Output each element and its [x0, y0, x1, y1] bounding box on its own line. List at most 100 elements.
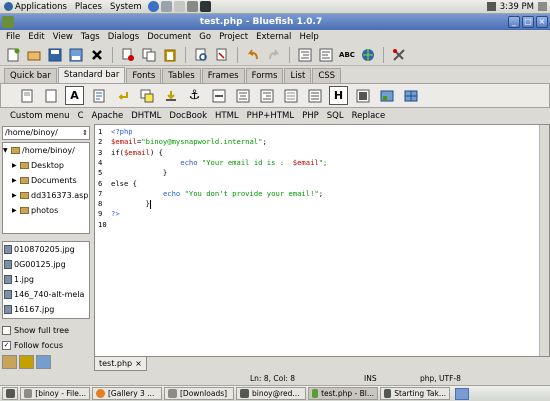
file-item[interactable]: 146_740-alt-mela — [3, 287, 89, 302]
expander-open-icon[interactable]: ▼ — [3, 147, 9, 154]
expander-closed-icon[interactable]: ▶ — [12, 177, 18, 184]
tab-fonts[interactable]: Fonts — [126, 68, 162, 83]
calendar-icon[interactable] — [186, 1, 198, 12]
cut-icon[interactable] — [119, 46, 137, 64]
tree-item-documents[interactable]: ▶ Documents — [3, 173, 89, 188]
menu-edit[interactable]: Edit — [24, 32, 48, 42]
filebrowser-tab-icon[interactable] — [2, 355, 17, 369]
expander-closed-icon[interactable]: ▶ — [12, 207, 18, 214]
custom-menu-php[interactable]: PHP — [298, 111, 323, 121]
page-icon[interactable] — [17, 86, 36, 105]
network-icon[interactable] — [486, 2, 496, 11]
tab-frames[interactable]: Frames — [201, 68, 245, 83]
rule-icon[interactable] — [209, 86, 228, 105]
close-window-button[interactable]: × — [536, 16, 548, 28]
file-item[interactable]: 0G00125.jpg — [3, 257, 89, 272]
tab-quick-bar[interactable]: Quick bar — [4, 68, 57, 83]
table-icon[interactable] — [401, 86, 420, 105]
follow-focus-checkbox[interactable]: ✓ Follow focus — [2, 339, 90, 352]
directory-combo[interactable]: /home/binoy/ ⇕ — [2, 126, 90, 140]
file-item[interactable]: 010870205.jpg — [3, 242, 89, 257]
save-icon[interactable] — [46, 46, 64, 64]
anchor-icon[interactable]: ⚓ — [185, 86, 204, 105]
mail-icon[interactable] — [160, 1, 172, 12]
indent-icon[interactable] — [296, 46, 314, 64]
tree-item-desktop[interactable]: ▶ Desktop — [3, 158, 89, 173]
settings-icon[interactable] — [390, 46, 408, 64]
code-editor[interactable]: 1 <?php 2 $email="binoy@mysnapworld.interna… — [94, 124, 550, 357]
workspace-switcher[interactable] — [455, 387, 469, 400]
function-reference-tab-icon[interactable] — [36, 355, 51, 369]
menu-view[interactable]: View — [49, 32, 77, 42]
custom-menu[interactable]: Custom menu — [6, 111, 74, 121]
checkbox-checked-icon[interactable]: ✓ — [2, 341, 11, 350]
copy-icon[interactable] — [140, 46, 158, 64]
tab-css[interactable]: CSS — [312, 68, 342, 83]
tree-item-photos[interactable]: ▶ photos — [3, 203, 89, 218]
expander-closed-icon[interactable]: ▶ — [12, 192, 18, 199]
code-line[interactable]: echo "Your email id is : $email"; — [111, 158, 327, 168]
places-menu[interactable]: Places — [71, 2, 106, 12]
task-downloads[interactable]: [Downloads] — [164, 387, 234, 400]
code-line[interactable]: if($email) { — [111, 148, 163, 158]
show-full-tree-checkbox[interactable]: Show full tree — [2, 324, 90, 337]
undo-icon[interactable] — [244, 46, 262, 64]
nbsp-icon[interactable] — [161, 86, 180, 105]
task-gallery[interactable]: [Gallery 3 ... — [92, 387, 162, 400]
tab-standard-bar[interactable]: Standard bar — [57, 67, 126, 83]
doc-tab-test-php[interactable]: test.php × — [94, 357, 147, 371]
custom-menu-replace[interactable]: Replace — [348, 111, 390, 121]
save-as-icon[interactable] — [67, 46, 85, 64]
menu-file[interactable]: File — [2, 32, 24, 42]
custom-menu-sql[interactable]: SQL — [323, 111, 348, 121]
show-desktop-button[interactable] — [2, 387, 18, 400]
custom-menu-c[interactable]: C — [74, 111, 88, 121]
pane-splitter[interactable] — [2, 236, 90, 240]
image-icon[interactable] — [353, 86, 372, 105]
center-icon[interactable] — [233, 86, 252, 105]
custom-menu-html[interactable]: HTML — [211, 111, 243, 121]
page-blank-icon[interactable] — [41, 86, 60, 105]
header-icon[interactable]: H — [329, 86, 348, 105]
replace-icon[interactable] — [213, 46, 231, 64]
comment-icon[interactable] — [281, 86, 300, 105]
file-item[interactable]: 16167.jpg — [3, 302, 89, 317]
vertical-scrollbar[interactable] — [539, 125, 549, 356]
menu-dialogs[interactable]: Dialogs — [104, 32, 144, 42]
custom-menu-docbook[interactable]: DocBook — [165, 111, 211, 121]
expander-closed-icon[interactable]: ▶ — [12, 162, 18, 169]
anchor-a-icon[interactable]: A — [65, 86, 84, 105]
doc-tab-close-icon[interactable]: × — [135, 358, 142, 370]
right-icon[interactable] — [257, 86, 276, 105]
file-item[interactable]: 1.jpg — [3, 272, 89, 287]
terminal-icon[interactable] — [199, 1, 211, 12]
close-icon[interactable] — [88, 46, 106, 64]
menu-document[interactable]: Document — [143, 32, 195, 42]
tree-item-root[interactable]: ▼ /home/binoy/ — [3, 143, 89, 158]
break-icon[interactable] — [113, 86, 132, 105]
menu-project[interactable]: Project — [215, 32, 252, 42]
notes-icon[interactable] — [173, 1, 185, 12]
thumbnail-icon[interactable] — [377, 86, 396, 105]
task-file-browser[interactable]: [binoy - File... — [20, 387, 90, 400]
window-titlebar[interactable]: test.php - Bluefish 1.0.7 _ □ × — [0, 14, 550, 30]
task-starting[interactable]: Starting Tak... — [380, 387, 450, 400]
tab-forms[interactable]: Forms — [245, 68, 284, 83]
tab-list[interactable]: List — [284, 68, 312, 83]
paste-icon[interactable] — [161, 46, 179, 64]
task-bluefish[interactable]: test.php - Bl... — [308, 387, 378, 400]
checkbox-unchecked-icon[interactable] — [2, 326, 11, 335]
tab-tables[interactable]: Tables — [162, 68, 201, 83]
email-icon[interactable] — [305, 86, 324, 105]
directory-tree[interactable]: ▼ /home/binoy/ ▶ Desktop ▶ Documents ▶ dd316… — [2, 142, 90, 234]
code-line[interactable]: } — [111, 199, 151, 209]
code-line[interactable]: $email="binoy@mysnapworld.internal"; — [111, 137, 267, 147]
applications-menu[interactable]: Applications — [0, 2, 71, 12]
find-icon[interactable] — [192, 46, 210, 64]
web-browser-icon[interactable] — [147, 1, 159, 12]
code-line[interactable]: else { — [111, 179, 137, 189]
task-terminal[interactable]: binoy@red... — [236, 387, 306, 400]
new-file-icon[interactable] — [4, 46, 22, 64]
menu-tags[interactable]: Tags — [77, 32, 104, 42]
paragraph-icon[interactable] — [137, 86, 156, 105]
